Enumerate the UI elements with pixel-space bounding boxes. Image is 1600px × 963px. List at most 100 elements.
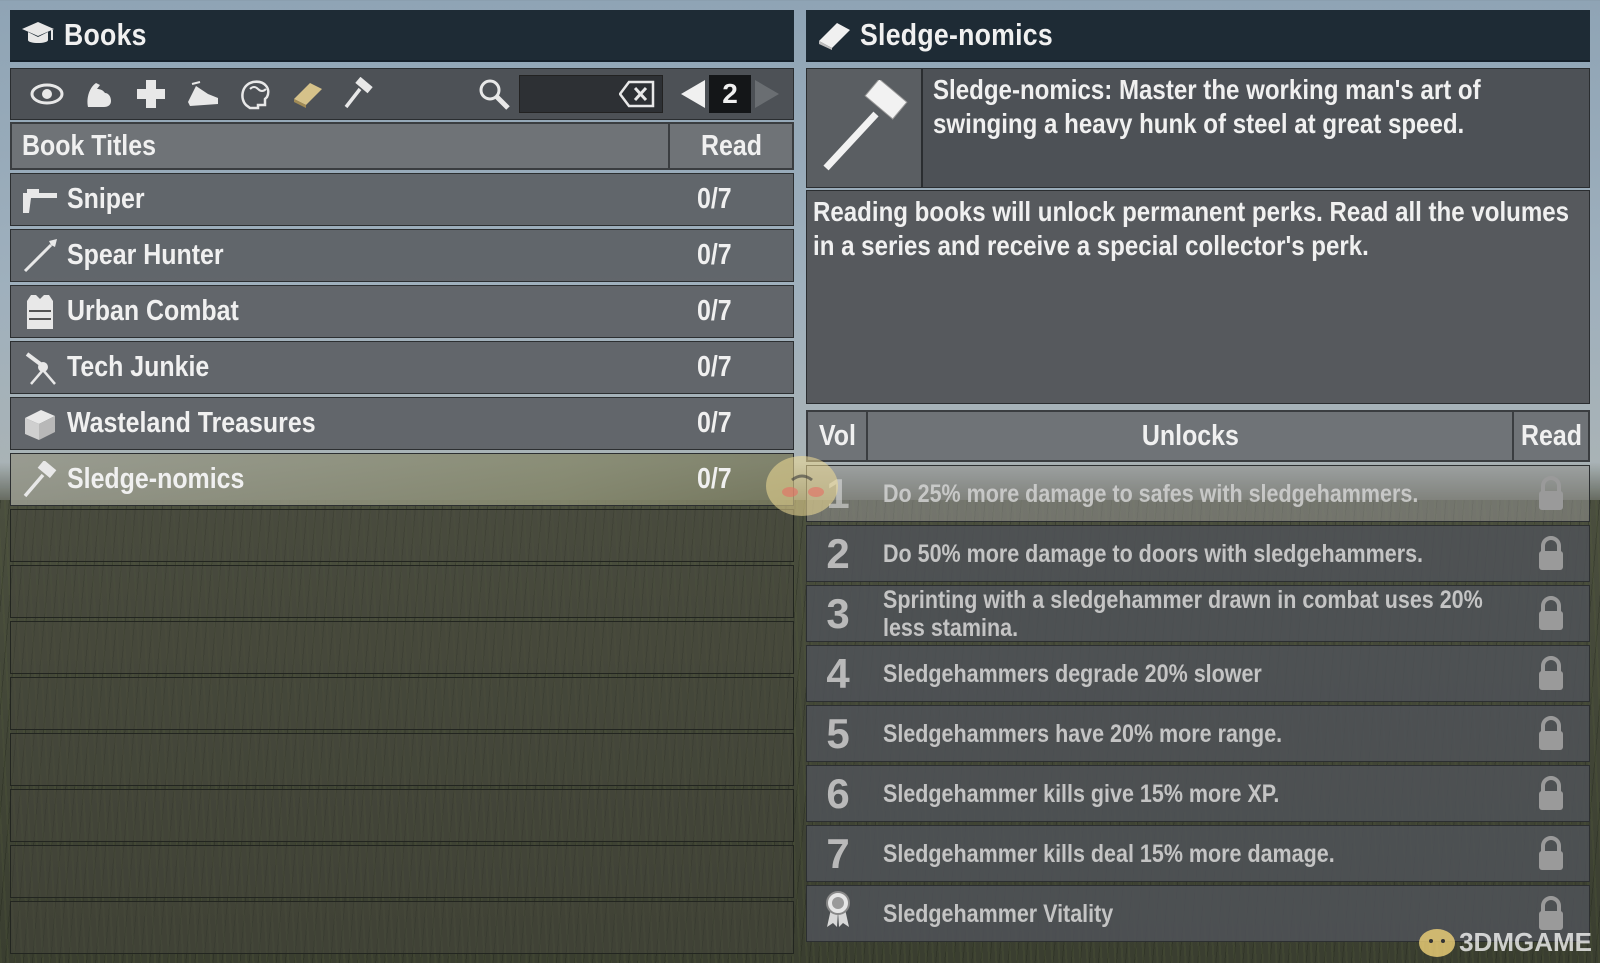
book-row-tech-junkie[interactable]: Tech Junkie 0/7 xyxy=(10,341,794,394)
book-name: Sniper xyxy=(67,183,145,215)
perk-text: Do 25% more damage to safes with sledgeh… xyxy=(883,479,1419,508)
brain-icon[interactable] xyxy=(229,72,281,116)
book-read-count: 0/7 xyxy=(697,239,732,271)
perk-volume: 3 xyxy=(826,589,850,637)
book-row-urban-combat[interactable]: Urban Combat 0/7 xyxy=(10,285,794,338)
award-ribbon-icon xyxy=(807,889,869,939)
empty-book-slot xyxy=(10,677,794,730)
perk-volume: 6 xyxy=(826,769,850,817)
read-header: Read xyxy=(1514,410,1590,462)
perk-row[interactable]: 4 Sledgehammers degrade 20% slower xyxy=(806,645,1590,702)
perk-row[interactable]: 5 Sledgehammers have 20% more range. xyxy=(806,705,1590,762)
lock-icon xyxy=(1513,595,1589,632)
lock-icon xyxy=(1513,535,1589,572)
book-row-sledge-nomics[interactable]: Sledge-nomics 0/7 xyxy=(10,453,794,506)
perk-volume: 4 xyxy=(826,649,850,697)
search-icon[interactable] xyxy=(473,72,515,116)
graduation-cap-icon xyxy=(20,17,56,53)
perk-volume: 2 xyxy=(826,529,850,577)
perk-text: Do 50% more damage to doors with sledgeh… xyxy=(883,539,1424,568)
book-row-sniper[interactable]: Sniper 0/7 xyxy=(10,173,794,226)
empty-book-slot xyxy=(10,845,794,898)
watermark-mascot-icon xyxy=(766,456,838,516)
perk-row[interactable]: 1 Do 25% more damage to safes with sledg… xyxy=(806,465,1590,522)
lock-icon xyxy=(1513,835,1589,872)
watermark: 3DMGAME xyxy=(1415,925,1592,959)
book-read-count: 0/7 xyxy=(697,463,732,495)
books-toolbar: 2 xyxy=(10,68,794,120)
page-number: 2 xyxy=(709,75,751,113)
turret-icon xyxy=(19,347,61,389)
unlocks-header: Unlocks xyxy=(868,410,1514,462)
book-summary-text: Sledge-nomics: Master the working man's … xyxy=(933,74,1481,139)
books-panel: Books 2 Book Titles Read Sniper 0/7 Spea… xyxy=(10,10,794,954)
watermark-logo-icon xyxy=(1419,929,1456,957)
book-icon[interactable] xyxy=(281,72,333,116)
book-detail-panel: Sledge-nomics Sledge-nomics: Master the … xyxy=(806,10,1590,952)
perk-text: Sledgehammer kills deal 15% more damage. xyxy=(883,839,1335,868)
perk-volume: 7 xyxy=(826,829,850,877)
detail-title: Sledge-nomics xyxy=(860,17,1053,52)
book-name: Spear Hunter xyxy=(67,239,224,271)
perk-text: Sledgehammers degrade 20% slower xyxy=(883,659,1262,688)
empty-book-slot xyxy=(10,789,794,842)
empty-book-slot xyxy=(10,509,794,562)
book-summary: Sledge-nomics: Master the working man's … xyxy=(806,68,1590,188)
pager: 2 xyxy=(677,74,783,114)
watermark-text: 3DMGAME xyxy=(1459,926,1592,957)
book-read-count: 0/7 xyxy=(697,295,732,327)
perk-list: 1 Do 25% more damage to safes with sledg… xyxy=(806,465,1590,942)
book-row-wasteland-treasures[interactable]: Wasteland Treasures 0/7 xyxy=(10,397,794,450)
perk-row[interactable]: 7 Sledgehammer kills deal 15% more damag… xyxy=(806,825,1590,882)
book-description: Reading books will unlock permanent perk… xyxy=(806,190,1590,404)
collector-perk-text: Sledgehammer Vitality xyxy=(883,899,1114,928)
spear-icon xyxy=(19,235,61,277)
treasure-chest-icon xyxy=(19,403,61,445)
books-header: Books xyxy=(10,10,794,62)
empty-book-slot xyxy=(10,733,794,786)
empty-book-slot xyxy=(10,565,794,618)
book-name: Tech Junkie xyxy=(67,351,210,383)
book-read-count: 0/7 xyxy=(697,407,732,439)
empty-book-slot xyxy=(10,621,794,674)
book-list: Sniper 0/7 Spear Hunter 0/7 Urban Combat… xyxy=(10,173,794,954)
detail-header: Sledge-nomics xyxy=(806,10,1590,62)
book-titles-header[interactable]: Book Titles xyxy=(10,122,670,170)
search-input[interactable] xyxy=(519,75,663,113)
clear-search-icon[interactable] xyxy=(618,79,656,109)
next-page-icon[interactable] xyxy=(751,74,783,114)
perk-row[interactable]: 2 Do 50% more damage to doors with sledg… xyxy=(806,525,1590,582)
perk-volume: 5 xyxy=(826,709,850,757)
book-description-text: Reading books will unlock permanent perk… xyxy=(813,196,1570,261)
book-name: Wasteland Treasures xyxy=(67,407,316,439)
perk-text: Sledgehammer kills give 15% more XP. xyxy=(883,779,1280,808)
previous-page-icon[interactable] xyxy=(677,74,709,114)
eye-icon[interactable] xyxy=(21,72,73,116)
perk-text: Sprinting with a sledgehammer drawn in c… xyxy=(883,585,1483,642)
book-read-count: 0/7 xyxy=(697,183,732,215)
perk-row[interactable]: 3 Sprinting with a sledgehammer drawn in… xyxy=(806,585,1590,642)
sledgehammer-icon xyxy=(19,459,61,501)
sledgehammer-icon xyxy=(807,69,923,187)
strength-arm-icon[interactable] xyxy=(73,72,125,116)
books-title: Books xyxy=(64,17,147,52)
perks-column-header: Vol Unlocks Read xyxy=(806,410,1590,462)
lock-icon xyxy=(1513,775,1589,812)
medical-cross-icon[interactable] xyxy=(125,72,177,116)
books-column-header: Book Titles Read xyxy=(10,122,794,170)
lock-icon xyxy=(1513,655,1589,692)
book-name: Urban Combat xyxy=(67,295,239,327)
book-icon xyxy=(816,17,852,53)
perk-text: Sledgehammers have 20% more range. xyxy=(883,719,1283,748)
lock-icon xyxy=(1513,715,1589,752)
running-shoe-icon[interactable] xyxy=(177,72,229,116)
book-row-spear-hunter[interactable]: Spear Hunter 0/7 xyxy=(10,229,794,282)
read-header[interactable]: Read xyxy=(670,122,794,170)
perk-row[interactable]: 6 Sledgehammer kills give 15% more XP. xyxy=(806,765,1590,822)
empty-book-slot xyxy=(10,901,794,954)
book-read-count: 0/7 xyxy=(697,351,732,383)
book-name: Sledge-nomics xyxy=(67,463,245,495)
hammer-icon[interactable] xyxy=(333,72,385,116)
rifle-icon xyxy=(19,179,61,221)
armor-vest-icon xyxy=(19,291,61,333)
